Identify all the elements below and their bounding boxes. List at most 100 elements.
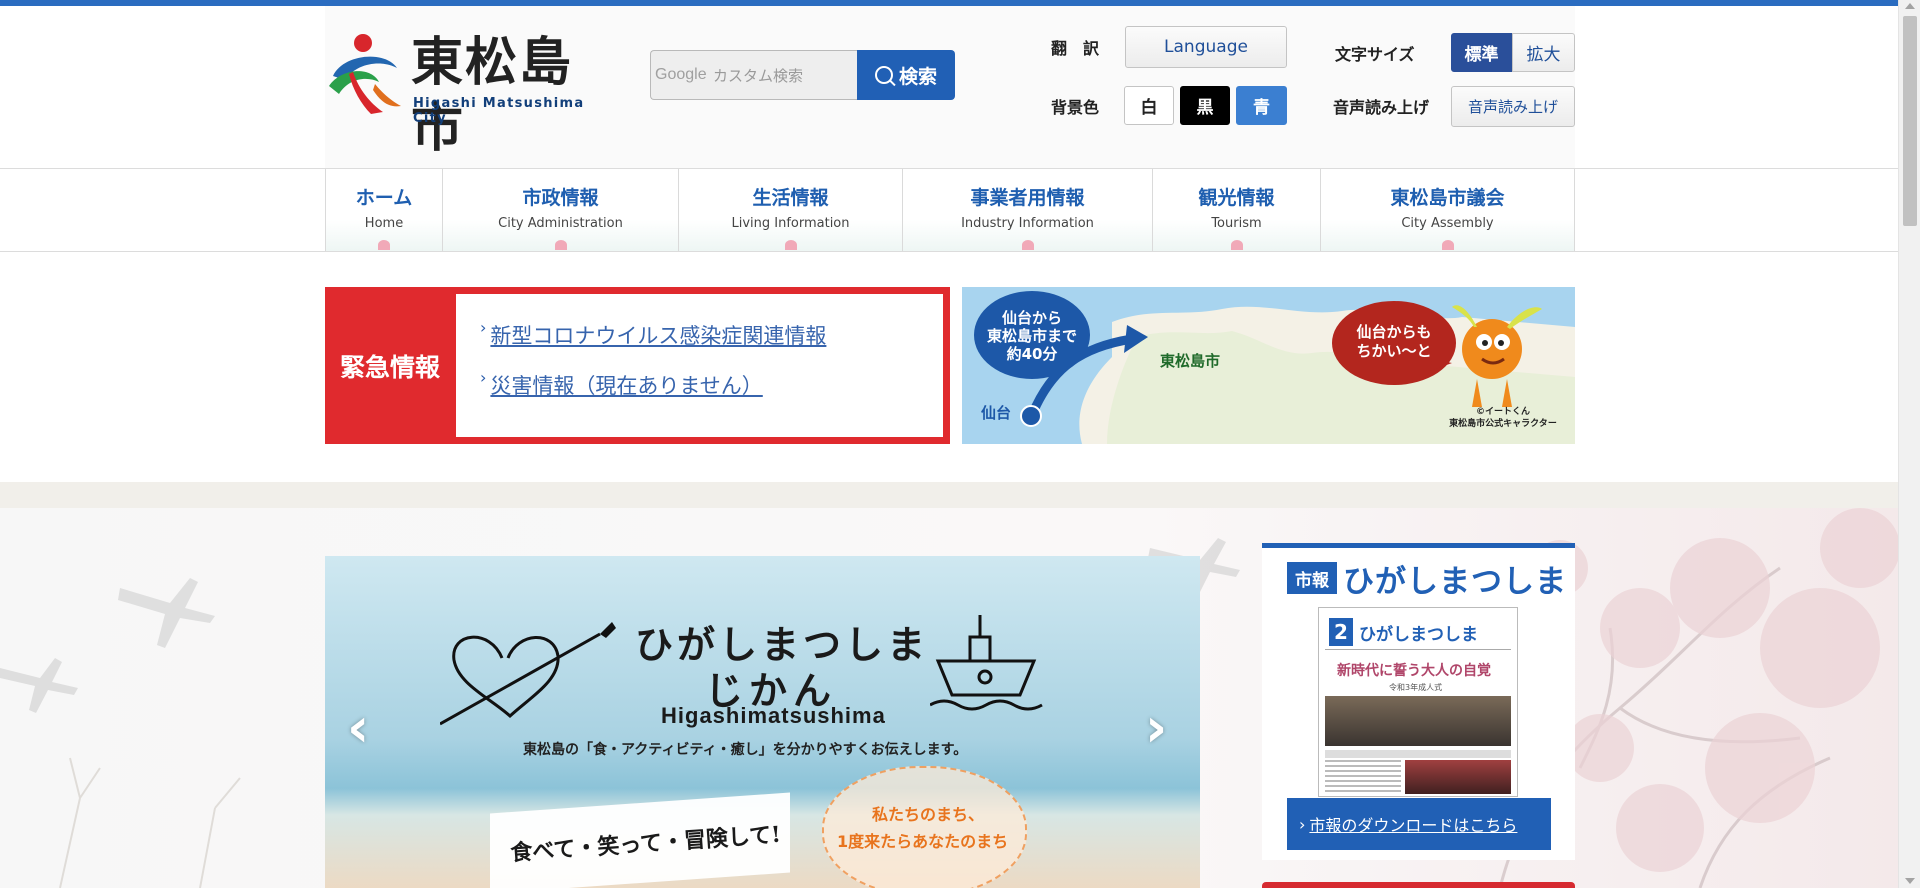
section-divider-band [0, 482, 1898, 508]
emergency-panel: 緊急情報 › 新型コロナウイルス感染症関連情報 › 災害情報（現在ありません） [325, 287, 950, 444]
chevron-right-icon: › [480, 318, 487, 337]
nav-divider-bottom [0, 251, 1898, 252]
map-bubble-line: 東松島市まで [986, 327, 1077, 345]
slide-description: 東松島の「食・アクティビティ・癒し」を分かりやすくお伝えします。 [523, 742, 968, 758]
map-city-label: 東松島市 [1160, 352, 1221, 370]
translate-label: 翻 訳 [1051, 39, 1100, 58]
newsletter-cover-image[interactable]: 2 ひがしまつしま 新時代に誓う大人の自覚 令和3年成人式 [1318, 607, 1518, 797]
hero-slider[interactable]: ひがしまつしま じかん Higashimatsushima 東松島の「食・アクテ… [325, 556, 1200, 888]
nav-decoration [1021, 240, 1034, 250]
bgcolor-label: 背景色 [1051, 98, 1100, 117]
map-speech-text: 仙台からも ちかい〜と [1342, 323, 1446, 361]
google-watermark: Google [655, 66, 707, 83]
cover-headline: 新時代に誓う大人の自覚 [1337, 663, 1491, 679]
slide-roman-title: Higashimatsushima [661, 703, 886, 728]
slider-next-button[interactable]: › [1145, 701, 1167, 755]
access-map-banner[interactable]: 仙台から 東松島市まで 約40分 仙台 東松島市 仙台からも ちかい〜と ©イー… [962, 287, 1575, 444]
newsletter-title: ひがしまつしま [1343, 564, 1567, 600]
slide-bubble-line1: 私たちのまち、 [872, 805, 985, 824]
emergency-link-row: › 災害情報（現在ありません） [480, 368, 943, 400]
language-button[interactable]: Language [1125, 26, 1287, 68]
nav-decoration [1441, 240, 1454, 250]
nav-item-label: 観光情報 [1198, 187, 1275, 209]
nav-item-sublabel: Home [364, 216, 404, 231]
cover-photo-bottom [1405, 760, 1511, 794]
nav-decoration [784, 240, 797, 250]
heart-arrow-icon [440, 622, 616, 726]
readaloud-button[interactable]: 音声読み上げ [1451, 86, 1575, 127]
search-field[interactable]: Google [650, 50, 857, 100]
nav-decoration [378, 240, 390, 250]
cover-month: 2 [1329, 618, 1353, 646]
map-sendai-label: 仙台 [981, 404, 1012, 422]
map-bubble-line: 仙台から [1001, 309, 1062, 327]
nav-item-industry-information[interactable]: 事業者用情報 Industry Information [902, 169, 1152, 251]
newsletter-badge: 市報 [1287, 562, 1337, 594]
cover-subheadline: 令和3年成人式 [1389, 683, 1443, 692]
nav-item-label: 事業者用情報 [970, 187, 1085, 209]
logo-subtitle: Higashi Matsushima City [413, 96, 585, 126]
nav-item-label: 市政情報 [522, 187, 599, 209]
scroll-up-arrow-icon[interactable] [1905, 3, 1915, 9]
city-emblem-icon [329, 34, 401, 114]
map-credit: ©イートくん 東松島市公式キャラクター [1438, 406, 1568, 430]
emergency-links: › 新型コロナウイルス感染症関連情報 › 災害情報（現在ありません） [456, 294, 943, 437]
cover-text-strip [1325, 750, 1511, 758]
cover-header: 2 ひがしまつしま [1325, 614, 1511, 650]
nav-item-sublabel: Industry Information [961, 216, 1094, 231]
search-icon [874, 66, 893, 84]
nav-item-label: 生活情報 [752, 187, 829, 209]
cover-photo-top [1325, 696, 1511, 746]
nav-item-sublabel: Living Information [731, 216, 850, 231]
map-speech-line: 仙台からも [1356, 323, 1432, 341]
nav-item-sublabel: Tourism [1211, 216, 1262, 231]
nav-item-city-administration[interactable]: 市政情報 City Administration [442, 169, 678, 251]
emergency-link-row: › 新型コロナウイルス感染症関連情報 [480, 318, 943, 350]
page-scrollbar[interactable] [1898, 0, 1920, 888]
map-credit-line: 東松島市公式キャラクター [1449, 419, 1557, 429]
ship-icon [930, 615, 1043, 711]
search-button-label: 検索 [898, 65, 937, 88]
search-input[interactable] [713, 64, 853, 88]
nav-item-home[interactable]: ホーム Home [325, 169, 442, 251]
chevron-right-icon: › [480, 368, 487, 387]
search-button[interactable]: 検索 [857, 50, 955, 100]
cover-text-block [1325, 760, 1401, 794]
map-credit-line: ©イートくん [1475, 407, 1530, 417]
fontsize-standard-button[interactable]: 標準 [1451, 33, 1512, 72]
slide-bubble-line2: 1度来たらあなたのまち [837, 832, 1009, 851]
nav-item-living-information[interactable]: 生活情報 Living Information [678, 169, 902, 251]
map-bubble-line: 約40分 [1006, 345, 1058, 363]
fontsize-large-button[interactable]: 拡大 [1512, 33, 1575, 72]
scrollbar-thumb[interactable] [1903, 16, 1917, 226]
bgcolor-blue-button[interactable]: 青 [1236, 86, 1287, 125]
map-bubble-text: 仙台から 東松島市まで 約40分 [980, 309, 1084, 363]
newsletter-download-link[interactable]: › 市報のダウンロードはこちら [1287, 798, 1551, 850]
global-nav: ホーム Home 市政情報 City Administration 生活情報 L… [325, 169, 1575, 251]
scroll-down-arrow-icon[interactable] [1905, 878, 1915, 884]
next-panel-edge [1262, 882, 1575, 888]
chevron-right-icon: › [1299, 814, 1306, 834]
nav-item-city-assembly[interactable]: 東松島市議会 City Assembly [1320, 169, 1575, 251]
nav-item-label: 東松島市議会 [1390, 187, 1505, 209]
emergency-link-covid[interactable]: 新型コロナウイルス感染症関連情報 [490, 320, 826, 350]
fontsize-label: 文字サイズ [1335, 45, 1415, 64]
nav-item-label: ホーム [355, 187, 413, 209]
newsletter-download-label: 市報のダウンロードはこちら [1309, 816, 1518, 835]
bgcolor-black-button[interactable]: 黒 [1180, 86, 1230, 125]
site-logo[interactable]: 東松島市 Higashi Matsushima City [323, 30, 623, 159]
nav-item-sublabel: City Administration [498, 216, 623, 231]
readaloud-label: 音声読み上げ [1333, 98, 1430, 117]
slide-bubble [822, 766, 1027, 888]
nav-item-tourism[interactable]: 観光情報 Tourism [1152, 169, 1320, 251]
emergency-link-disaster[interactable]: 災害情報（現在ありません） [490, 370, 762, 400]
nav-decoration [1230, 240, 1243, 250]
map-speech-line: ちかい〜と [1356, 342, 1432, 360]
emergency-title: 緊急情報 [339, 352, 440, 382]
nav-decoration [554, 240, 567, 250]
bgcolor-white-button[interactable]: 白 [1124, 86, 1174, 125]
nav-item-sublabel: City Assembly [1401, 216, 1494, 231]
cover-title: ひがしまつしま [1359, 625, 1478, 645]
slider-prev-button[interactable]: ‹ [347, 701, 369, 755]
city-newsletter-panel: 市報 ひがしまつしま 2 ひがしまつしま 新時代に誓う大人の自覚 令和3年成人式… [1262, 543, 1575, 860]
